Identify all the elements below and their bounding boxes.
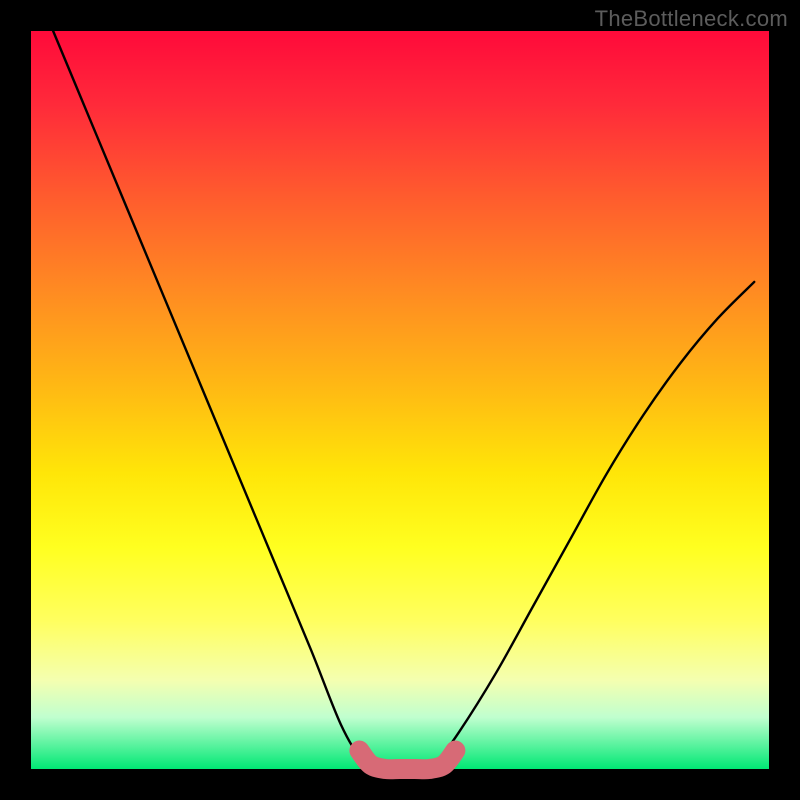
curve-layer [31,31,769,769]
flat-highlight [359,751,455,770]
plot-area [31,31,769,769]
chart-frame: TheBottleneck.com [0,0,800,800]
bottleneck-curve [53,31,754,770]
watermark-text: TheBottleneck.com [595,6,788,32]
